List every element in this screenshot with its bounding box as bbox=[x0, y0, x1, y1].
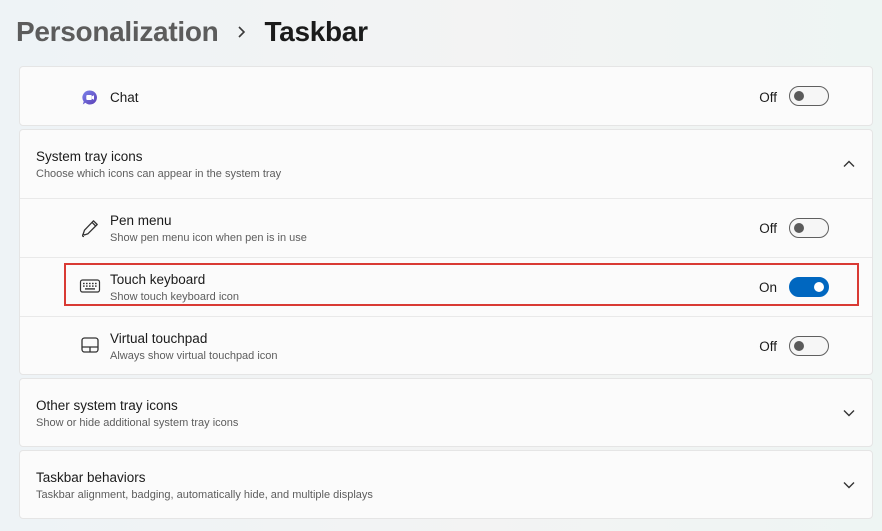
chevron-up-icon[interactable] bbox=[841, 156, 857, 172]
pen-menu-state-label: Off bbox=[759, 221, 777, 236]
other-system-tray-icons-title: Other system tray icons bbox=[36, 398, 178, 413]
touch-keyboard-description: Show touch keyboard icon bbox=[110, 291, 240, 303]
chat-setting-card: Chat Off bbox=[19, 66, 873, 126]
toggle-knob bbox=[794, 223, 804, 233]
chevron-right-icon bbox=[218, 23, 264, 41]
chevron-down-icon[interactable] bbox=[841, 405, 857, 421]
breadcrumb: Personalization Taskbar bbox=[16, 12, 368, 52]
chat-label: Chat bbox=[110, 90, 139, 105]
toggle-knob bbox=[814, 282, 824, 292]
pen-menu-row: Pen menu Show pen menu icon when pen is … bbox=[20, 199, 872, 257]
toggle-knob bbox=[794, 341, 804, 351]
page-title: Taskbar bbox=[264, 16, 368, 47]
touch-keyboard-toggle[interactable] bbox=[789, 277, 829, 297]
touch-keyboard-row: Touch keyboard Show touch keyboard icon … bbox=[20, 258, 872, 316]
breadcrumb-personalization[interactable]: Personalization bbox=[16, 16, 219, 48]
toggle-knob bbox=[794, 91, 804, 101]
pen-menu-toggle[interactable] bbox=[789, 218, 829, 238]
keyboard-icon bbox=[79, 275, 101, 297]
other-system-tray-icons-subtitle: Show or hide additional system tray icon… bbox=[36, 417, 239, 429]
pen-icon bbox=[79, 217, 101, 239]
chat-icon bbox=[79, 87, 101, 109]
chat-state-label: Off bbox=[759, 90, 777, 105]
system-tray-icons-subtitle: Choose which icons can appear in the sys… bbox=[36, 168, 282, 180]
virtual-touchpad-description: Always show virtual touchpad icon bbox=[110, 350, 278, 362]
taskbar-behaviors-title: Taskbar behaviors bbox=[36, 470, 146, 485]
touchpad-icon bbox=[79, 334, 101, 356]
virtual-touchpad-row: Virtual touchpad Always show virtual tou… bbox=[20, 317, 872, 375]
virtual-touchpad-state-label: Off bbox=[759, 339, 777, 354]
system-tray-icons-title: System tray icons bbox=[36, 149, 143, 164]
taskbar-behaviors-subtitle: Taskbar alignment, badging, automaticall… bbox=[36, 489, 373, 501]
system-tray-icons-header[interactable]: System tray icons Choose which icons can… bbox=[20, 130, 872, 198]
virtual-touchpad-toggle[interactable] bbox=[789, 336, 829, 356]
chevron-down-icon[interactable] bbox=[841, 477, 857, 493]
taskbar-behaviors-card[interactable]: Taskbar behaviors Taskbar alignment, bad… bbox=[19, 450, 873, 519]
pen-menu-description: Show pen menu icon when pen is in use bbox=[110, 232, 307, 244]
touch-keyboard-label: Touch keyboard bbox=[110, 272, 206, 287]
chat-toggle[interactable] bbox=[789, 86, 829, 106]
other-system-tray-icons-card[interactable]: Other system tray icons Show or hide add… bbox=[19, 378, 873, 447]
system-tray-icons-card: System tray icons Choose which icons can… bbox=[19, 129, 873, 375]
touch-keyboard-state-label: On bbox=[758, 280, 777, 295]
virtual-touchpad-label: Virtual touchpad bbox=[110, 331, 208, 346]
pen-menu-label: Pen menu bbox=[110, 213, 172, 228]
